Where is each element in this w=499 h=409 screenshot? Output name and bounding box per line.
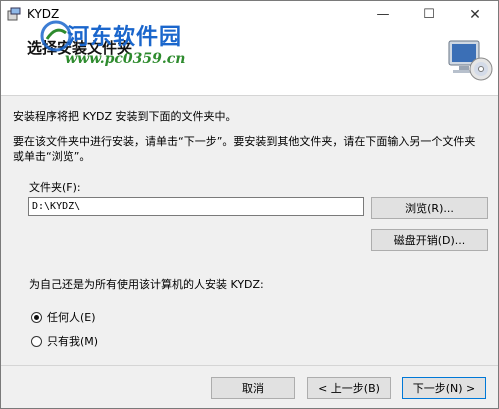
disk-cost-button[interactable]: 磁盘开销(D)... <box>371 229 488 251</box>
computer-disc-icon <box>448 40 493 81</box>
cancel-button[interactable]: 取消 <box>211 377 295 399</box>
installer-window: KYDZ — ☐ ✕ 选择安装文件夹 河东软件园 www.pc0359.cn 安… <box>0 0 499 409</box>
radio-just-me-label: 只有我(M) <box>47 335 99 348</box>
footer-divider <box>1 365 498 366</box>
radio-dot <box>34 315 39 320</box>
intro-text: 安装程序将把 KYDZ 安装到下面的文件夹中。 <box>13 110 237 123</box>
instruction-text: 要在该文件夹中进行安装，请单击“下一步”。要安装到其他文件夹，请在下面输入另一个… <box>13 135 476 163</box>
radio-everyone[interactable]: 任何人(E) <box>31 310 151 326</box>
installer-icon <box>7 7 21 21</box>
header-banner: 选择安装文件夹 河东软件园 www.pc0359.cn <box>1 20 498 96</box>
close-button[interactable]: ✕ <box>452 1 498 29</box>
next-button[interactable]: 下一步(N) > <box>402 377 486 399</box>
install-for-label: 为自己还是为所有使用该计算机的人安装 KYDZ: <box>29 278 264 291</box>
browse-button[interactable]: 浏览(R)... <box>371 197 488 219</box>
radio-just-me[interactable]: 只有我(M) <box>31 334 151 350</box>
minimize-button[interactable]: — <box>360 1 406 29</box>
radio-everyone-label: 任何人(E) <box>47 311 96 324</box>
radio-unselected-indicator[interactable] <box>31 336 42 347</box>
radio-selected-indicator[interactable] <box>31 312 42 323</box>
watermark: 河东软件园 www.pc0359.cn <box>39 17 259 77</box>
maximize-button[interactable]: ☐ <box>406 1 452 29</box>
watermark-name: 河东软件园 <box>67 24 183 50</box>
folder-input[interactable]: D:\KYDZ\ <box>28 197 364 216</box>
folder-label: 文件夹(F): <box>29 181 81 194</box>
back-button[interactable]: < 上一步(B) <box>307 377 391 399</box>
watermark-url: www.pc0359.cn <box>65 51 186 67</box>
